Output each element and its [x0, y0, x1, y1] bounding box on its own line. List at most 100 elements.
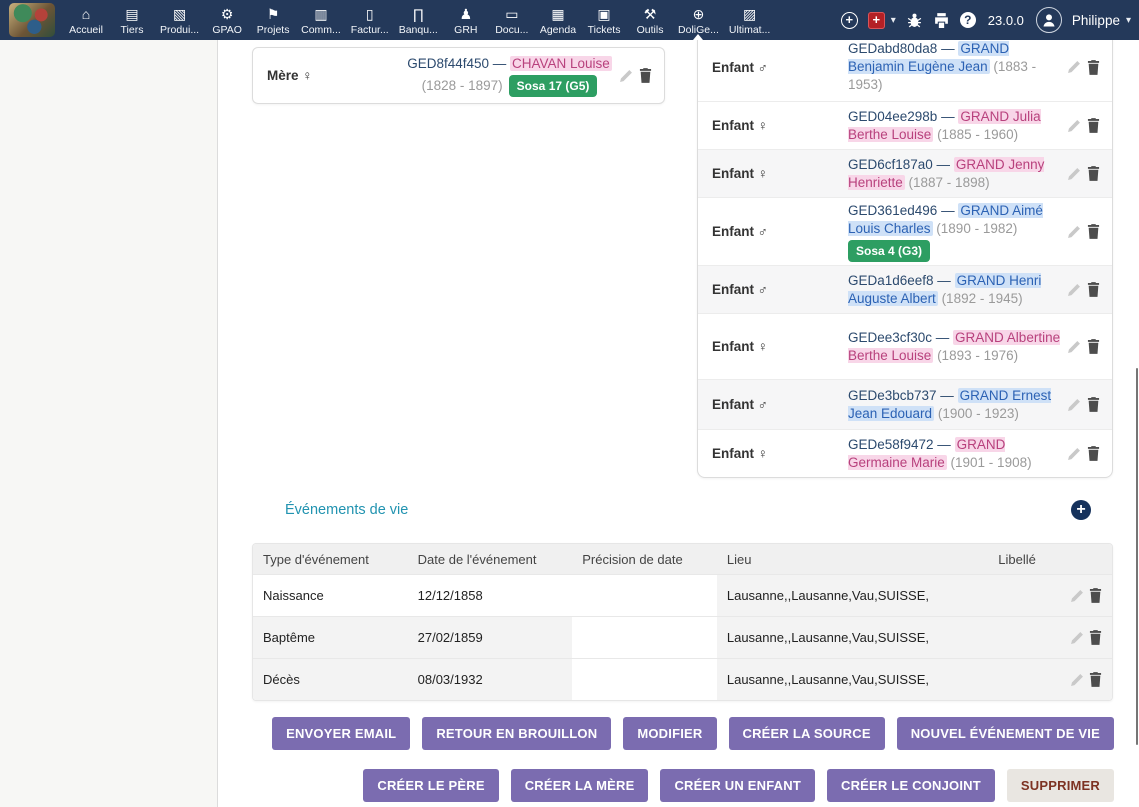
scrollbar-thumb[interactable] [1136, 368, 1138, 745]
person-name[interactable]: CHAVAN Louise [510, 56, 612, 71]
top-navbar: ⌂Accueil▤Tiers ▧ Produi... ⚙GPAO⚑Projets▥Co… [0, 0, 1139, 40]
delete-trash-icon[interactable] [639, 68, 652, 83]
edit-pencil-icon[interactable] [1067, 398, 1081, 412]
event-cell [572, 617, 717, 658]
nav-item-agenda[interactable]: ▦Agenda [535, 0, 581, 40]
action-button[interactable]: CRÉER LE CONJOINT [827, 769, 995, 802]
nav-item-projets[interactable]: ⚑Projets [250, 0, 296, 40]
edit-pencil-icon[interactable] [1067, 283, 1081, 297]
table-row-child: Enfant ♀GED04ee298b — GRAND Julia Berthe… [698, 101, 1112, 149]
edit-pencil-icon[interactable] [619, 69, 633, 83]
nav-item-factures[interactable]: ▯Factur... [346, 0, 394, 40]
nav-item-label: Produi... [160, 24, 199, 36]
nav-item-label: Tickets [588, 24, 621, 36]
delete-trash-icon[interactable] [1087, 397, 1100, 412]
children-table: Enfant ♂GEDabd80da8 — GRAND Benjamin Eug… [697, 32, 1113, 478]
add-life-event-icon[interactable]: + [1071, 500, 1091, 520]
nav-item-commerce[interactable]: ▥Comm... [296, 0, 346, 40]
action-button[interactable]: CRÉER LA MÈRE [511, 769, 649, 802]
person-ged-link[interactable]: GED361ed496 — [848, 203, 958, 218]
life-event-row: Naissance12/12/1858Lausanne,,Lausanne,Va… [253, 574, 1112, 616]
nav-item-banques[interactable]: ∏Banqu... [394, 0, 443, 40]
person-value: GEDe58f9472 — GRAND Germaine Marie (1901… [846, 432, 1066, 476]
action-button[interactable]: RETOUR EN BROUILLON [422, 717, 611, 750]
delete-trash-icon[interactable] [1087, 446, 1100, 461]
action-button[interactable]: CRÉER UN ENFANT [660, 769, 815, 802]
person-ged-link[interactable]: GEDe58f9472 — [848, 437, 955, 452]
person-dates: (1890 - 1982) [933, 221, 1018, 236]
action-button[interactable]: MODIFIER [623, 717, 716, 750]
row-action-icons [1064, 575, 1112, 616]
delete-trash-icon[interactable] [1087, 339, 1100, 354]
nav-item-outils[interactable]: ⚒Outils [627, 0, 673, 40]
avatar[interactable] [1036, 7, 1062, 33]
child-role-label: Enfant ♀ [698, 118, 846, 133]
action-button[interactable]: ENVOYER EMAIL [272, 717, 410, 750]
help-icon[interactable]: ? [960, 12, 976, 28]
delete-trash-icon[interactable] [1089, 630, 1102, 645]
app-logo[interactable] [9, 3, 55, 37]
delete-trash-icon[interactable] [1087, 224, 1100, 239]
delete-trash-icon[interactable] [1089, 672, 1102, 687]
table-row-child: Enfant ♀GEDee3cf30c — GRAND Albertine Be… [698, 313, 1112, 379]
column-header: Lieu [717, 544, 988, 574]
event-cell [988, 617, 1064, 658]
person-value: GEDa1d6eef8 — GRAND Henri Auguste Albert… [846, 268, 1066, 312]
nav-item-tiers[interactable]: ▤Tiers [109, 0, 155, 40]
left-menu-panel [0, 40, 218, 807]
action-button[interactable]: NOUVEL ÉVÉNEMENT DE VIE [897, 717, 1114, 750]
column-header: Précision de date [572, 544, 717, 574]
table-row-child: Enfant ♀GED6cf187a0 — GRAND Jenny Henrie… [698, 149, 1112, 197]
row-action-icons [1066, 339, 1112, 354]
delete-button[interactable]: SUPPRIMER [1007, 769, 1114, 802]
tickets-icon: ▣ [597, 6, 610, 22]
nav-item-documents[interactable]: ▭Docu... [489, 0, 535, 40]
nav-item-grh[interactable]: ♟GRH [443, 0, 489, 40]
delete-trash-icon[interactable] [1087, 118, 1100, 133]
edit-pencil-icon[interactable] [1070, 673, 1084, 687]
user-name[interactable]: Philippe [1072, 13, 1120, 28]
action-button[interactable]: CRÉER LA SOURCE [729, 717, 885, 750]
person-value: GEDe3bcb737 — GRAND Ernest Jean Edouard … [846, 383, 1066, 427]
nav-item-produits[interactable]: ▧ Produi... [155, 0, 204, 40]
edit-pencil-icon[interactable] [1070, 631, 1084, 645]
person-ged-link[interactable]: GEDabd80da8 — [848, 41, 958, 56]
person-ged-link[interactable]: GED8f44f450 — [407, 56, 510, 71]
bank-icon: ∏ [413, 6, 425, 22]
edit-pencil-icon[interactable] [1067, 447, 1081, 461]
person-ged-link[interactable]: GED04ee298b — [848, 109, 958, 124]
person-ged-link[interactable]: GEDa1d6eef8 — [848, 273, 955, 288]
edit-pencil-icon[interactable] [1067, 60, 1081, 74]
user-chevron-down-icon[interactable]: ▾ [1126, 15, 1131, 26]
person-dates: (1885 - 1960) [933, 127, 1018, 142]
table-row-parent: Mère ♀GED8f44f450 — CHAVAN Louise (1828 … [253, 48, 664, 103]
nav-item-tickets[interactable]: ▣ Tickets [581, 0, 627, 40]
person-ged-link[interactable]: GED6cf187a0 — [848, 157, 954, 172]
delete-trash-icon[interactable] [1089, 588, 1102, 603]
print-icon[interactable] [933, 12, 950, 29]
nav-item-doligen[interactable]: ⊕DoliGe... [673, 0, 724, 40]
delete-trash-icon[interactable] [1087, 282, 1100, 297]
action-button[interactable]: CRÉER LE PÈRE [363, 769, 498, 802]
edit-pencil-icon[interactable] [1067, 340, 1081, 354]
home-icon: ⌂ [82, 6, 90, 22]
products-icon: ▧ [173, 6, 186, 22]
person-dates: (1893 - 1976) [933, 348, 1018, 363]
edit-pencil-icon[interactable] [1067, 167, 1081, 181]
edit-pencil-icon[interactable] [1070, 589, 1084, 603]
person-ged-link[interactable]: GEDe3bcb737 — [848, 388, 958, 403]
event-cell: Lausanne,,Lausanne,Vau,SUISSE, [717, 575, 988, 616]
quick-add-icon[interactable]: + [841, 12, 858, 29]
delete-trash-icon[interactable] [1087, 60, 1100, 75]
edit-pencil-icon[interactable] [1067, 225, 1081, 239]
bug-icon[interactable] [906, 12, 923, 29]
nav-item-label: GRH [454, 24, 477, 36]
chevron-down-icon[interactable]: ▾ [891, 15, 896, 26]
nav-item-accueil[interactable]: ⌂Accueil [63, 0, 109, 40]
nav-item-ultimate[interactable]: ▨Ultimat... [724, 0, 775, 40]
person-ged-link[interactable]: GEDee3cf30c — [848, 330, 953, 345]
flag-badge-icon[interactable]: + [868, 12, 885, 29]
edit-pencil-icon[interactable] [1067, 119, 1081, 133]
delete-trash-icon[interactable] [1087, 166, 1100, 181]
nav-item-gpao[interactable]: ⚙GPAO [204, 0, 250, 40]
